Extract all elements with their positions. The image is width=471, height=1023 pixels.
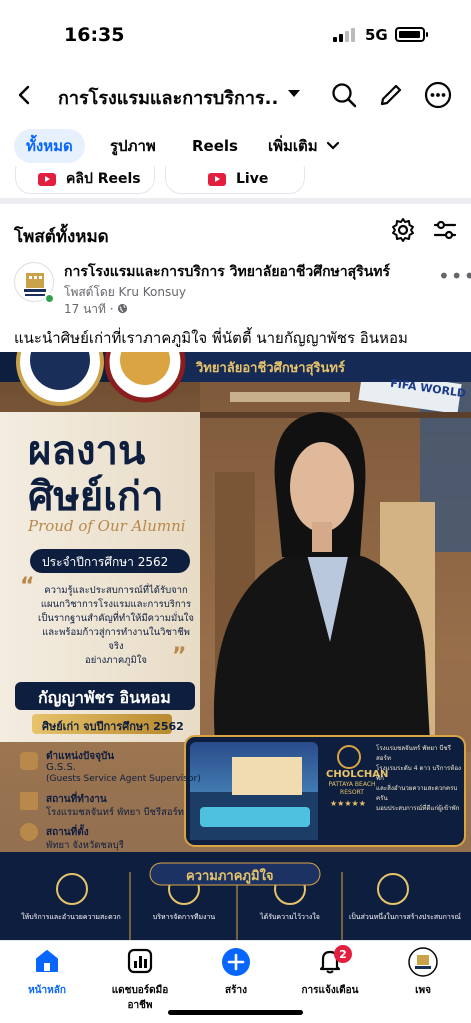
gear-icon	[392, 218, 414, 242]
reels-pill[interactable]: คลิป Reels	[15, 166, 155, 194]
pride-heading: ความภาคภูมิใจ	[186, 869, 274, 884]
sliders-icon	[433, 220, 457, 240]
poster-location: พัทยา จังหวัดชลบุรี	[46, 840, 124, 851]
post-text: แนะนำศิษย์เก่าที่เราภาคภูมิใจ พี่นัตตี้ …	[14, 329, 408, 347]
post-page-name[interactable]: การโรงแรมและการบริการ วิทยาลัยอาชีวศึกษา…	[64, 261, 390, 283]
nav-page[interactable]: เพจ	[383, 947, 463, 998]
page-avatar-icon	[408, 947, 438, 977]
poster-graduated: ศิษย์เก่า จบปีการศึกษา 2562	[42, 720, 184, 733]
post-meta: 17 นาที ·	[64, 300, 128, 319]
tab-photos[interactable]: รูปภาพ	[110, 129, 156, 163]
poster-position-full: (Guests Service Agent Supervisor)	[46, 774, 201, 784]
filter-button[interactable]	[430, 215, 460, 245]
chevron-down-icon	[326, 141, 339, 150]
globe-icon	[118, 303, 128, 314]
nav-notifications[interactable]: 2 การแจ้งเตือน	[290, 945, 370, 998]
plus-icon	[222, 948, 250, 976]
poster-workplace: โรงแรมชลจันทร์ พัทยา บีชรีสอร์ท	[46, 807, 184, 818]
pride-item-3: ได้รับความไว้วางใจ	[260, 913, 320, 921]
quote-close-icon: ”	[172, 644, 187, 669]
nav-home[interactable]: หน้าหลัก	[7, 947, 87, 998]
tab-reels[interactable]: Reels	[192, 129, 238, 163]
poster-academic-year: ประจำปีการศึกษา 2562	[42, 555, 169, 569]
nav-create-label: สร้าง	[225, 985, 247, 996]
nav-home-label: หน้าหลัก	[28, 985, 66, 996]
tab-all[interactable]: ทั้งหมด	[14, 129, 85, 163]
nav-dashboard[interactable]: แดชบอร์ดมืออาชีพ	[100, 947, 180, 1013]
quote-open-icon: “	[20, 574, 35, 599]
poster-title-en: Proud of Our Alumni	[28, 517, 186, 535]
tab-more-label: เพิ่มเติม	[268, 137, 318, 155]
nav-page-label: เพจ	[415, 985, 431, 996]
live-pill[interactable]: Live	[165, 166, 305, 194]
post-image[interactable]: วิทยาลัยอาชีวศึกษาสุรินทร์ FIFA WORLD ผล…	[0, 352, 471, 952]
posts-section-header: โพสต์ทั้งหมด	[0, 215, 471, 251]
divider	[0, 198, 471, 204]
tab-more[interactable]: เพิ่มเติม	[268, 129, 340, 163]
pride-item-4: เป็นส่วนหนึ่งในการสร้างประสบการณ์	[348, 913, 462, 921]
tab-bar: ทั้งหมด รูปภาพ Reels เพิ่มเติม	[0, 125, 471, 167]
more-circle-icon	[424, 81, 452, 109]
nav-dashboard-label: แดชบอร์ดมืออาชีพ	[111, 985, 169, 1011]
post-time: 17 นาที	[64, 302, 106, 316]
chevron-left-icon	[18, 85, 30, 105]
online-status-dot	[44, 293, 55, 304]
home-icon	[36, 950, 58, 972]
page-header: การโรงแรมและการบริการ...	[0, 70, 471, 120]
section-title: โพสต์ทั้งหมด	[14, 227, 109, 247]
edit-button[interactable]	[376, 80, 406, 110]
dropdown-caret-icon[interactable]	[288, 90, 300, 97]
dashboard-icon	[127, 948, 153, 974]
search-icon	[332, 83, 357, 108]
bottom-navigation: หน้าหลัก แดชบอร์ดมืออาชีพ สร้าง 2 การแจ้…	[0, 940, 471, 1023]
pride-item-1: ให้บริการและอำนวยความสะดวก	[21, 913, 121, 921]
poster-college: วิทยาลัยอาชีวศึกษาสุรินทร์	[196, 361, 345, 376]
poster-alumni-name: กัญญาพัชร อินหอม	[38, 688, 171, 707]
live-pill-label: Live	[236, 171, 269, 187]
post-more-button[interactable]: •••	[438, 264, 471, 288]
more-options-button[interactable]	[423, 80, 453, 110]
signal-icon	[333, 28, 357, 42]
status-time: 16:35	[64, 24, 125, 46]
search-button[interactable]	[329, 80, 359, 110]
nav-create[interactable]: สร้าง	[196, 947, 276, 998]
status-bar: 16:35 5G	[0, 0, 471, 62]
poster-position: G.S.S.	[46, 762, 76, 773]
reels-pill-label: คลิป Reels	[66, 171, 141, 187]
resort-description: โรงแรมชลจันทร์ พัทยา บีชรีสอร์ท โรงแรมระ…	[376, 745, 462, 812]
home-indicator	[168, 1010, 303, 1015]
network-type: 5G	[365, 26, 388, 44]
resort-stars: ★★★★★	[330, 799, 366, 808]
back-button[interactable]	[10, 80, 40, 110]
pride-item-2: บริหารจัดการทีมงาน	[152, 913, 216, 921]
shortcut-pills: คลิป Reels Live	[0, 166, 471, 196]
page-title[interactable]: การโรงแรมและการบริการ...	[58, 83, 278, 112]
nav-notifications-label: การแจ้งเตือน	[301, 985, 359, 996]
live-icon	[208, 172, 226, 186]
resort-sub: PATTAYA BEACH RESORT	[328, 781, 376, 796]
settings-button[interactable]	[388, 215, 418, 245]
reels-icon	[38, 172, 56, 186]
battery-icon	[395, 27, 428, 42]
pencil-icon	[380, 84, 402, 106]
notification-badge: 2	[334, 945, 352, 963]
